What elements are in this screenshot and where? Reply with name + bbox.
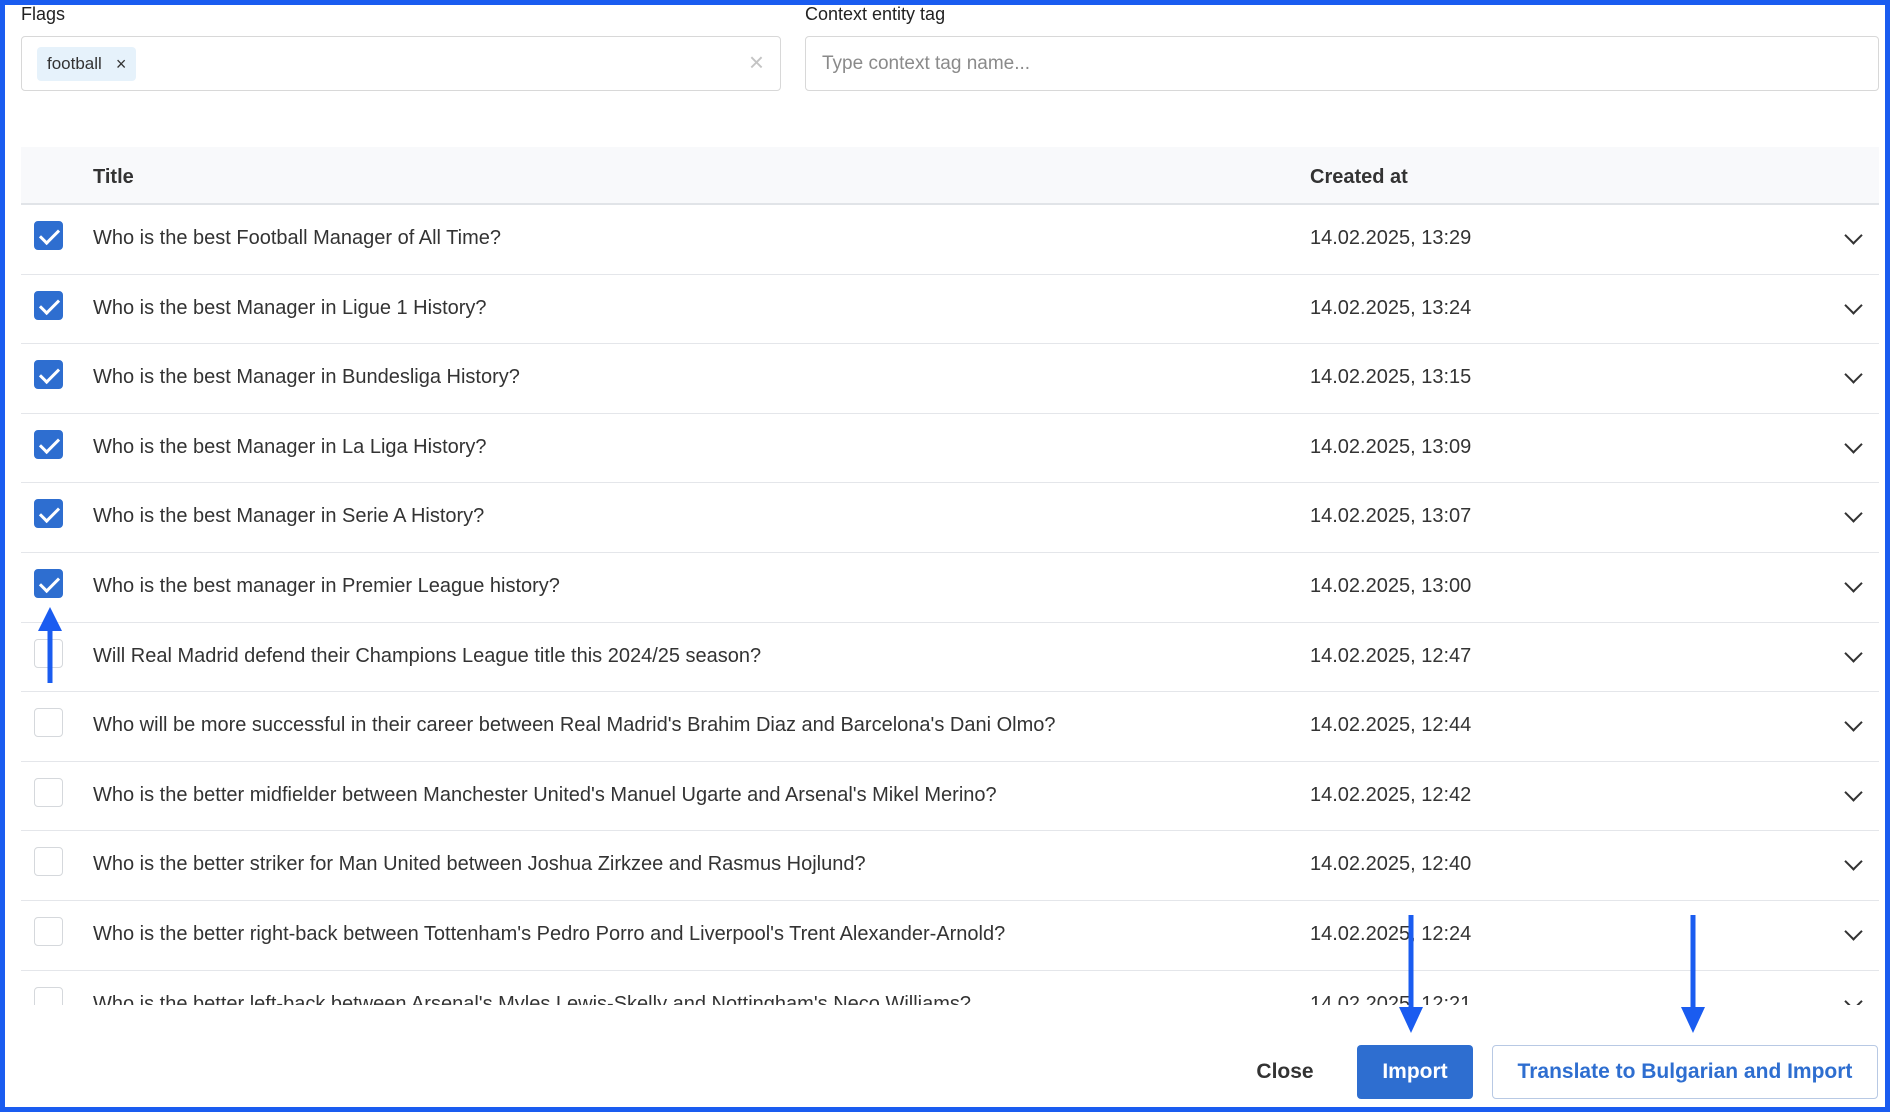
table-row[interactable]: Who is the better left-back between Arse… bbox=[21, 971, 1879, 1005]
row-checkbox-checked[interactable] bbox=[34, 221, 63, 250]
flag-chip: football × bbox=[37, 47, 137, 81]
chevron-down-icon[interactable] bbox=[1844, 713, 1863, 732]
row-checkbox-checked[interactable] bbox=[34, 360, 63, 390]
table-row[interactable]: Who is the best Manager in Serie A Histo… bbox=[21, 483, 1879, 553]
remove-flag-icon[interactable]: × bbox=[116, 55, 127, 73]
chevron-down-icon[interactable] bbox=[1844, 226, 1863, 245]
row-created-at: 14.02.2025, 12:21 bbox=[1310, 992, 1472, 1005]
chevron-down-icon[interactable] bbox=[1844, 991, 1863, 1005]
chevron-down-icon[interactable] bbox=[1844, 783, 1863, 802]
row-created-at: 14.02.2025, 13:09 bbox=[1310, 435, 1472, 458]
created-at-column-header: Created at bbox=[1310, 166, 1408, 188]
row-checkbox[interactable] bbox=[34, 777, 63, 807]
row-checkbox-checked[interactable] bbox=[34, 499, 63, 529]
flag-chip-label: football bbox=[47, 54, 102, 73]
table-row[interactable]: Who is the better right-back between Tot… bbox=[21, 901, 1879, 971]
table-header: Title Created at bbox=[21, 147, 1879, 205]
row-checkbox[interactable] bbox=[34, 986, 63, 1005]
import-button[interactable]: Import bbox=[1357, 1045, 1473, 1099]
chevron-down-icon[interactable] bbox=[1844, 922, 1863, 941]
row-created-at: 14.02.2025, 13:00 bbox=[1310, 574, 1472, 597]
chevron-down-icon[interactable] bbox=[1844, 852, 1863, 872]
arrow-down-icon bbox=[1681, 915, 1705, 1033]
table-row[interactable]: Who is the best Manager in Bundesliga Hi… bbox=[21, 344, 1879, 414]
questions-table: Title Created at Who is the best Footbal… bbox=[21, 147, 1879, 1005]
flags-label: Flags bbox=[21, 4, 66, 24]
row-title: Who is the better right-back between Tot… bbox=[93, 922, 1006, 945]
chevron-down-icon[interactable] bbox=[1844, 643, 1863, 663]
chevron-down-icon[interactable] bbox=[1844, 574, 1863, 593]
table-row[interactable]: Who is the best manager in Premier Leagu… bbox=[21, 553, 1879, 623]
title-column-header: Title bbox=[93, 166, 134, 188]
chevron-down-icon[interactable] bbox=[1844, 504, 1863, 524]
row-checkbox-checked[interactable] bbox=[34, 568, 63, 598]
row-title: Who is the best Manager in La Liga Histo… bbox=[93, 435, 487, 458]
row-created-at: 14.02.2025, 12:40 bbox=[1310, 853, 1472, 876]
row-title: Who is the better left-back between Arse… bbox=[93, 992, 971, 1005]
row-created-at: 14.02.2025, 13:07 bbox=[1310, 505, 1472, 528]
arrow-down-icon bbox=[1399, 915, 1423, 1033]
flags-multiselect[interactable]: football × × bbox=[21, 36, 781, 91]
row-created-at: 14.02.2025, 13:24 bbox=[1310, 296, 1472, 319]
clear-flags-icon[interactable]: × bbox=[749, 49, 764, 75]
row-title: Who is the best Manager in Ligue 1 Histo… bbox=[93, 296, 487, 319]
table-row[interactable]: Will Real Madrid defend their Champions … bbox=[21, 623, 1879, 693]
row-created-at: 14.02.2025, 13:15 bbox=[1310, 366, 1472, 389]
row-checkbox[interactable] bbox=[34, 916, 63, 946]
table-row[interactable]: Who will be more successful in their car… bbox=[21, 692, 1879, 762]
chevron-down-icon[interactable] bbox=[1844, 435, 1863, 454]
row-created-at: 14.02.2025, 12:24 bbox=[1310, 922, 1472, 945]
row-checkbox-checked[interactable] bbox=[34, 290, 63, 320]
table-row[interactable]: Who is the best Football Manager of All … bbox=[21, 205, 1879, 275]
translate-and-import-button[interactable]: Translate to Bulgarian and Import bbox=[1492, 1045, 1878, 1099]
close-button[interactable]: Close bbox=[1240, 1045, 1330, 1099]
row-created-at: 14.02.2025, 12:42 bbox=[1310, 783, 1472, 806]
table-row[interactable]: Who is the best Manager in Ligue 1 Histo… bbox=[21, 275, 1879, 345]
row-title: Who is the best Manager in Bundesliga Hi… bbox=[93, 366, 520, 389]
row-title: Who is the better striker for Man United… bbox=[93, 853, 866, 876]
row-title: Who is the best Football Manager of All … bbox=[93, 227, 501, 249]
table-row[interactable]: Who is the better midfielder between Man… bbox=[21, 762, 1879, 832]
table-body: Who is the best Football Manager of All … bbox=[21, 205, 1879, 1005]
chevron-down-icon[interactable] bbox=[1844, 365, 1863, 384]
row-title: Who will be more successful in their car… bbox=[93, 714, 1056, 737]
context-tag-label: Context entity tag bbox=[805, 4, 946, 24]
chevron-down-icon[interactable] bbox=[1844, 295, 1863, 315]
row-title: Will Real Madrid defend their Champions … bbox=[93, 644, 762, 667]
context-tag-input[interactable] bbox=[805, 36, 1879, 91]
table-row[interactable]: Who is the best Manager in La Liga Histo… bbox=[21, 414, 1879, 484]
row-checkbox[interactable] bbox=[34, 847, 63, 877]
arrow-up-icon bbox=[38, 607, 62, 683]
table-row[interactable]: Who is the better striker for Man United… bbox=[21, 831, 1879, 901]
row-created-at: 14.02.2025, 12:44 bbox=[1310, 714, 1472, 737]
row-created-at: 14.02.2025, 12:47 bbox=[1310, 644, 1472, 667]
row-title: Who is the best Manager in Serie A Histo… bbox=[93, 505, 485, 528]
row-checkbox-checked[interactable] bbox=[34, 429, 63, 459]
row-created-at: 14.02.2025, 13:29 bbox=[1310, 227, 1472, 249]
row-checkbox[interactable] bbox=[34, 708, 63, 738]
row-title: Who is the best manager in Premier Leagu… bbox=[93, 574, 560, 597]
row-title: Who is the better midfielder between Man… bbox=[93, 783, 997, 806]
